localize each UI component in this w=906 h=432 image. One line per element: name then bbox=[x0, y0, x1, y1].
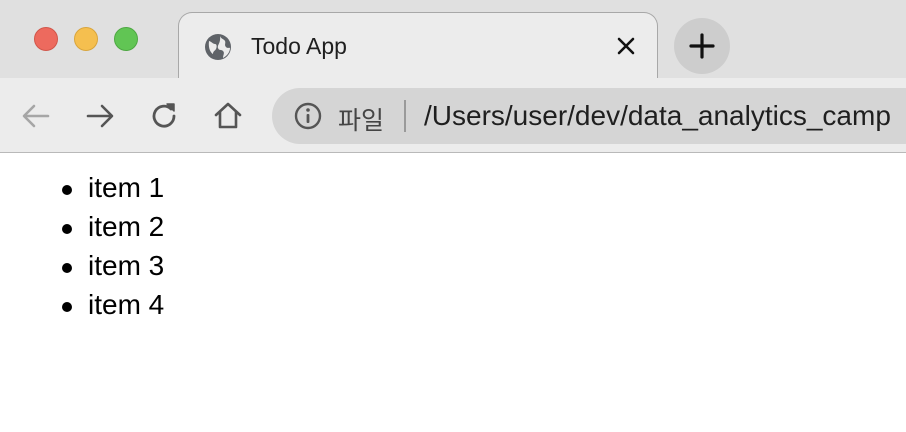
new-tab-button[interactable] bbox=[674, 18, 730, 74]
list-item: item 2 bbox=[56, 210, 164, 249]
tab-title: Todo App bbox=[251, 33, 347, 59]
arrow-left-icon[interactable] bbox=[20, 100, 52, 132]
browser-toolbar: 파일 /Users/user/dev/data_analytics_camp bbox=[0, 78, 906, 153]
window-close-button[interactable] bbox=[34, 27, 58, 51]
todo-list: item 1 item 2 item 3 item 4 bbox=[56, 171, 164, 327]
plus-icon bbox=[689, 33, 715, 59]
list-item: item 1 bbox=[56, 171, 164, 210]
globe-icon bbox=[205, 34, 231, 60]
home-icon[interactable] bbox=[212, 100, 244, 132]
list-item: item 3 bbox=[56, 249, 164, 288]
reload-icon[interactable] bbox=[148, 100, 180, 132]
address-separator bbox=[404, 100, 406, 132]
browser-tab[interactable]: Todo App bbox=[178, 12, 658, 78]
arrow-right-icon[interactable] bbox=[84, 100, 116, 132]
window-minimize-button[interactable] bbox=[74, 27, 98, 51]
page-content: item 1 item 2 item 3 item 4 bbox=[0, 153, 906, 432]
url-text[interactable]: /Users/user/dev/data_analytics_camp bbox=[424, 100, 891, 132]
browser-titlebar: Todo App bbox=[0, 0, 906, 78]
scheme-label: 파일 bbox=[338, 106, 385, 135]
window-maximize-button[interactable] bbox=[114, 27, 138, 51]
list-item: item 4 bbox=[56, 288, 164, 327]
info-icon[interactable] bbox=[294, 102, 322, 130]
close-icon[interactable] bbox=[615, 35, 637, 57]
address-bar[interactable]: 파일 /Users/user/dev/data_analytics_camp bbox=[272, 88, 906, 144]
